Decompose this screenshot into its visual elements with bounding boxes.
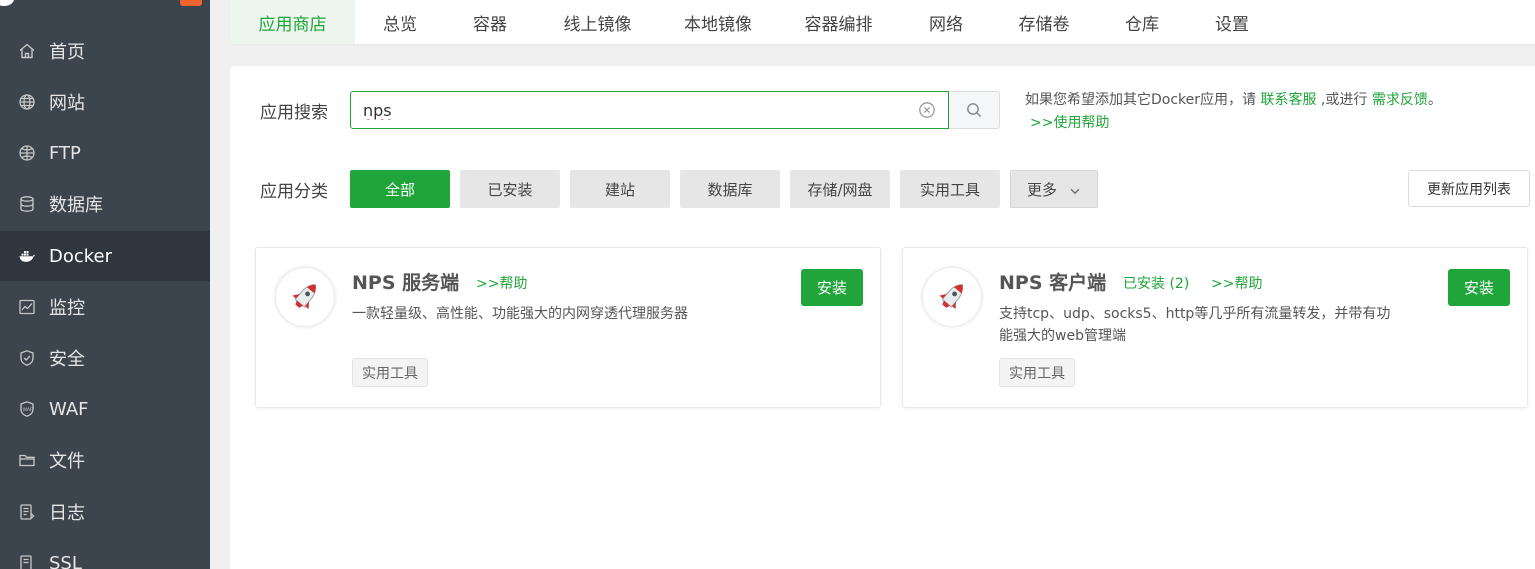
nps-logo-icon [276,268,334,326]
install-button[interactable]: 安装 [1448,269,1510,306]
refresh-app-list-button[interactable]: 更新应用列表 [1408,170,1530,207]
sidebar-item-label: WAF [49,398,89,420]
tab-overview[interactable]: 总览 [355,0,445,44]
sidebar-item-website[interactable]: 网站 [0,77,210,127]
category-tools[interactable]: 实用工具 [900,170,1000,208]
sidebar-item-ssl[interactable]: SSL [0,538,210,569]
tab-local-images[interactable]: 本地镜像 [660,0,776,44]
app-description-line: 一款轻量级、高性能、功能强大的内网穿透代理服务器 [352,306,688,322]
sidebar: 首页 网站 FTP 数据库 Docker 监控 安全 WAF WAF 文件 日志… [0,0,210,569]
folder-icon [18,451,36,469]
sidebar-item-label: SSL [49,552,82,569]
clear-icon[interactable] [918,101,936,119]
more-label: 更多 [1026,180,1057,199]
sidebar-item-label: 监控 [49,298,85,319]
hint-text: 如果您希望添加其它Docker应用，请 [1025,92,1261,108]
ftp-icon [18,144,36,162]
sidebar-item-label: 数据库 [49,195,103,216]
category-installed[interactable]: 已安装 [460,170,560,208]
svg-text:WAF: WAF [23,407,33,413]
hint-text: 。 [1427,92,1442,108]
category-all[interactable]: 全部 [350,170,450,208]
app-name: NPS 服务端 [352,272,460,294]
docker-icon [18,247,36,265]
app-description-line: 支持tcp、udp、socks5、http等几乎所有流量转发，并带有功 [999,306,1391,322]
tab-network[interactable]: 网络 [901,0,991,44]
search-button[interactable] [949,91,1000,129]
add-app-hint: 如果您希望添加其它Docker应用，请 联系客服 ,或进行 需求反馈。 [1025,88,1442,112]
category-website[interactable]: 建站 [570,170,670,208]
tab-containers[interactable]: 容器 [445,0,535,44]
search-icon [966,102,982,118]
installed-count-badge: 已安装 (2) [1123,276,1190,292]
ssl-icon [18,554,36,569]
sidebar-item-monitor[interactable]: 监控 [0,282,210,332]
category-database[interactable]: 数据库 [680,170,780,208]
sidebar-item-home[interactable]: 首页 [0,26,210,76]
tab-registry[interactable]: 仓库 [1097,0,1187,44]
app-card-nps-server: NPS 服务端 >>帮助 一款轻量级、高性能、功能强大的内网穿透代理服务器 实用… [255,247,881,408]
search-input[interactable] [363,100,883,120]
sidebar-item-database[interactable]: 数据库 [0,179,210,229]
app-description-line: 能强大的web管理端 [999,328,1126,344]
sidebar-item-docker[interactable]: Docker [0,231,210,281]
tab-bar: 应用商店 总览 容器 线上镜像 本地镜像 容器编排 网络 存储卷 仓库 设置 [230,0,1535,44]
category-label: 应用分类 [260,182,328,202]
shield-icon [18,349,36,367]
chevron-down-icon [1069,183,1081,195]
globe-icon [18,93,36,111]
install-button[interactable]: 安装 [801,269,863,306]
hint-text: ,或进行 [1316,92,1372,108]
waf-icon: WAF [18,400,36,418]
sidebar-item-files[interactable]: 文件 [0,435,210,485]
category-more-dropdown[interactable]: 更多 [1010,170,1098,208]
home-icon [18,42,36,60]
sidebar-item-waf[interactable]: WAF WAF [0,384,210,434]
log-icon [18,503,36,521]
search-box[interactable] [350,91,949,129]
notification-badge[interactable] [180,0,202,6]
feedback-link[interactable]: 需求反馈 [1372,92,1428,108]
sidebar-item-label: 网站 [49,93,85,114]
sidebar-item-label: 文件 [49,451,85,472]
app-description: 支持tcp、udp、socks5、http等几乎所有流量转发，并带有功 能强大的… [999,303,1390,347]
search-label: 应用搜索 [260,103,328,123]
logo-fragment [0,0,14,6]
category-storage[interactable]: 存储/网盘 [790,170,890,208]
tab-online-images[interactable]: 线上镜像 [535,0,660,44]
contact-support-link[interactable]: 联系客服 [1260,92,1316,108]
sidebar-item-label: 日志 [49,503,85,524]
app-tag: 实用工具 [999,358,1075,387]
sidebar-item-label: 安全 [49,349,85,370]
tab-app-store[interactable]: 应用商店 [230,0,355,44]
app-help-link[interactable]: >>帮助 [1211,273,1262,293]
app-name: NPS 客户端 [999,272,1107,294]
tab-compose[interactable]: 容器编排 [776,0,901,44]
sidebar-item-ftp[interactable]: FTP [0,128,210,178]
app-help-link[interactable]: >>帮助 [476,273,527,293]
usage-help-link[interactable]: >>使用帮助 [1030,113,1109,133]
tab-settings[interactable]: 设置 [1187,0,1277,44]
sidebar-item-label: Docker [49,245,113,267]
sidebar-item-label: FTP [49,142,81,164]
sidebar-item-security[interactable]: 安全 [0,333,210,383]
sidebar-item-logs[interactable]: 日志 [0,487,210,537]
monitor-icon [18,298,36,316]
database-icon [18,195,36,213]
tab-volumes[interactable]: 存储卷 [991,0,1097,44]
nps-logo-icon [923,268,981,326]
app-card-nps-client: NPS 客户端 已安装 (2) >>帮助 支持tcp、udp、socks5、ht… [902,247,1528,408]
app-store-panel: 应用搜索 如果您希望添加其它Docker应用，请 联系客服 ,或进行 需求反馈。… [230,66,1535,569]
sidebar-item-label: 首页 [49,42,85,63]
app-tag: 实用工具 [352,358,428,387]
app-description: 一款轻量级、高性能、功能强大的内网穿透代理服务器 [352,303,688,325]
